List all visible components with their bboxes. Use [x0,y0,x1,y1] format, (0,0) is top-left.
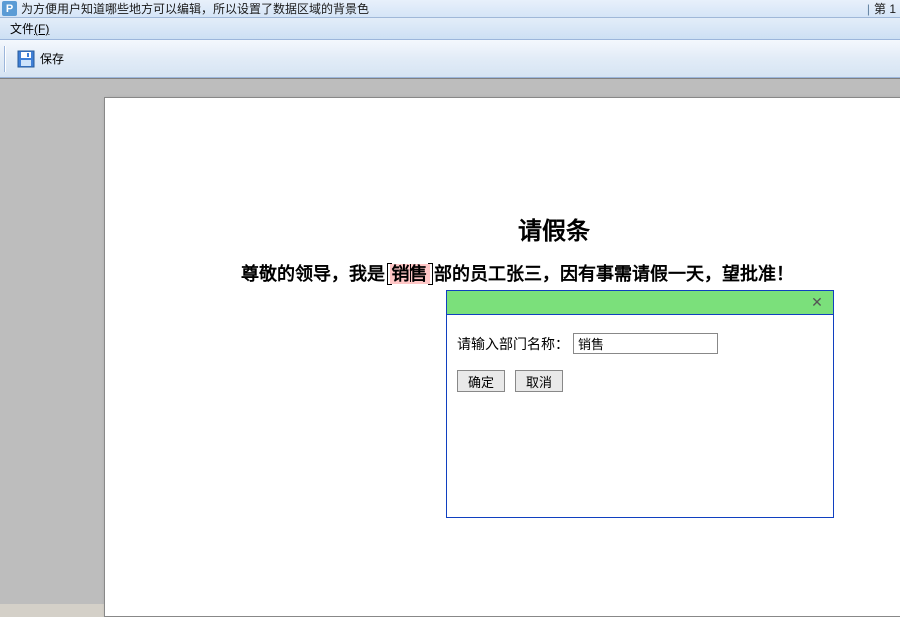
dialog-field-label: 请输入部门名称： [457,334,569,354]
page-indicator: 第 1 [874,0,898,17]
menu-file[interactable]: 文件(F) [4,18,55,39]
app-icon: P [2,1,17,16]
menu-bar: 文件(F) [0,18,900,40]
ok-button[interactable]: 确定 [457,370,505,392]
department-field-part2: 售 [410,264,428,284]
title-bar: P 为方便用户知道哪些地方可以编辑，所以设置了数据区域的背景色 | 第 1 [0,0,900,18]
menu-file-label: 文件 [10,22,34,36]
body-prefix: 尊敬的领导，我是 [241,264,390,284]
dialog-body: 请输入部门名称： 确定 取消 [447,315,833,402]
cancel-button[interactable]: 取消 [515,370,563,392]
close-icon[interactable]: ✕ [807,294,827,312]
dialog-button-row: 确定 取消 [457,370,823,392]
dialog-titlebar: ✕ [447,291,833,315]
toolbar: 保存 [0,40,900,78]
window-title: 为方便用户知道哪些地方可以编辑，所以设置了数据区域的背景色 [21,0,863,17]
save-button[interactable]: 保存 [10,45,70,73]
dialog-field-row: 请输入部门名称： [457,333,823,354]
department-input[interactable] [573,333,718,354]
save-icon [16,49,36,69]
document-title: 请假条 [105,211,900,246]
body-suffix: 部的员工张三，因有事需请假一天，望批准！ [430,264,795,284]
save-button-label: 保存 [40,50,64,67]
toolbar-separator [4,46,6,72]
menu-file-accelerator: (F) [34,22,49,36]
department-field[interactable]: 销售 [390,264,430,284]
department-field-part1: 销 [392,264,410,284]
title-separator: | [867,2,870,16]
input-dialog: ✕ 请输入部门名称： 确定 取消 [446,290,834,518]
